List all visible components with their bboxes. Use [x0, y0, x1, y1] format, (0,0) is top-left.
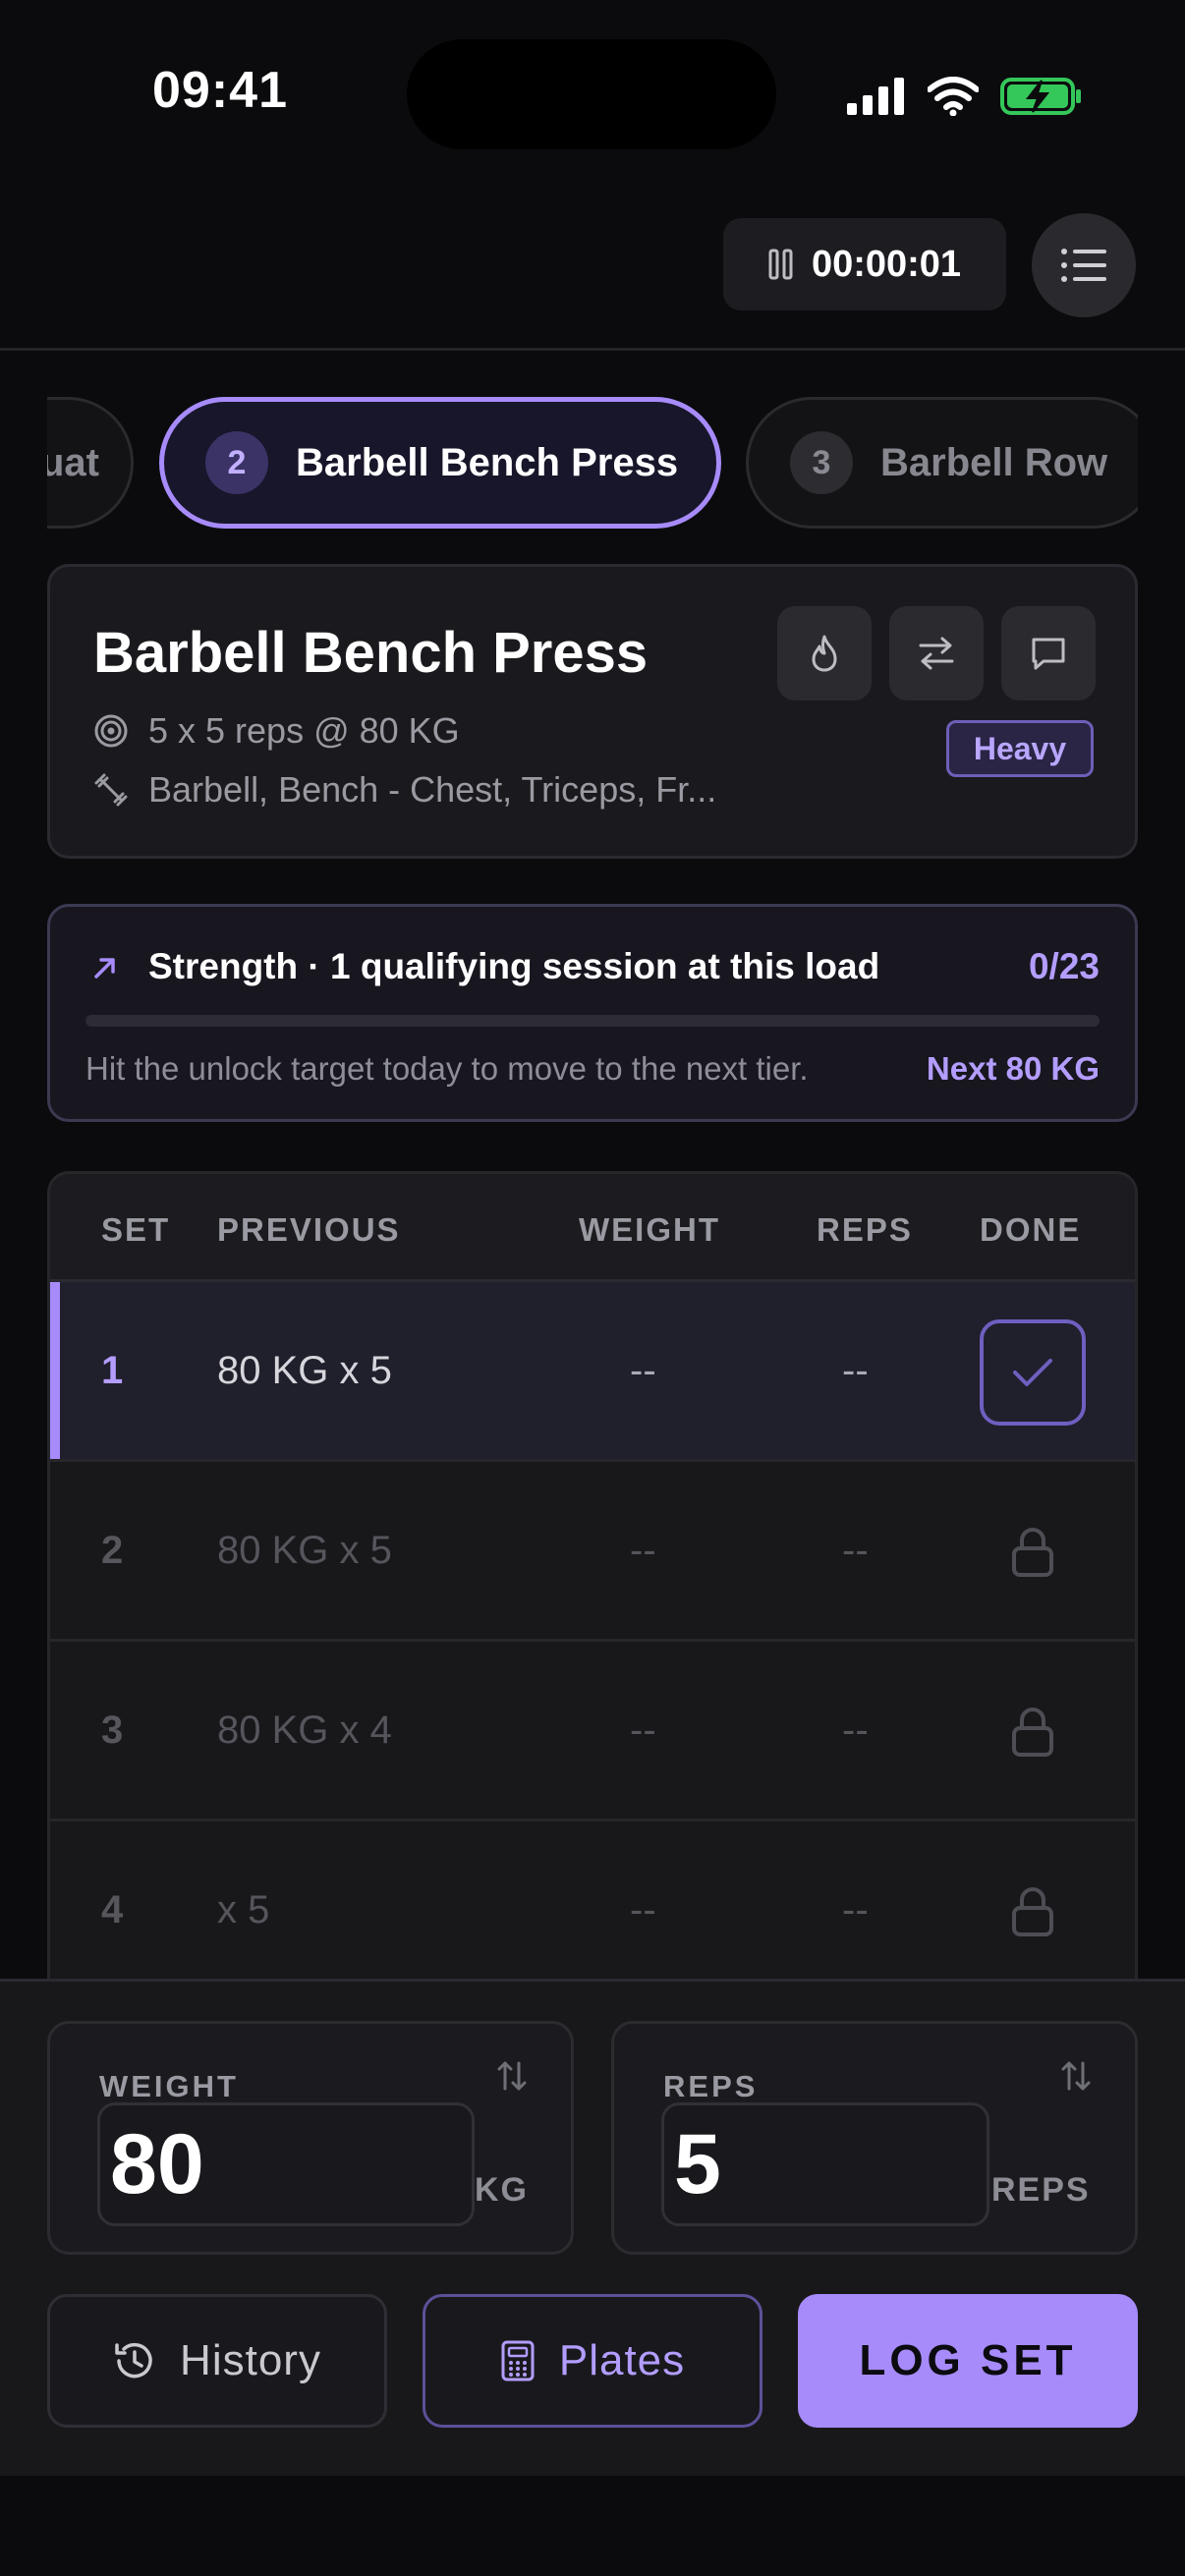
progression-card: Strength · 1 qualifying session at this …: [47, 904, 1138, 1122]
set-row-3: 3 80 KG x 4 -- --: [50, 1642, 1135, 1821]
weight-label: WEIGHT: [99, 2069, 239, 2103]
wifi-icon: [928, 77, 979, 116]
exercise-target-text: 5 x 5 reps @ 80 KG: [148, 710, 460, 751]
history-icon: [115, 2342, 152, 2379]
exercise-tab-number: 2: [205, 431, 268, 494]
history-button[interactable]: History: [47, 2294, 387, 2428]
header-set: SET: [101, 1211, 171, 1248]
notes-button[interactable]: [1001, 606, 1096, 700]
exercise-tab-label: Barbell Row: [880, 440, 1108, 484]
set-previous: 80 KG x 4: [217, 1708, 392, 1752]
set-reps[interactable]: --: [842, 1349, 869, 1393]
timer-value: 00:00:01: [811, 243, 962, 285]
target-icon: [94, 714, 128, 748]
dumbbell-icon: [94, 773, 128, 807]
set-row-2: 2 80 KG x 5 -- --: [50, 1462, 1135, 1642]
log-set-button-label: LOG SET: [859, 2336, 1077, 2384]
set-weight: --: [630, 1708, 656, 1752]
plates-button-label: Plates: [558, 2336, 686, 2384]
sort-icon[interactable]: [1060, 2059, 1092, 2093]
exercise-tab-number: 3: [790, 431, 853, 494]
comment-icon: [1032, 638, 1065, 670]
pause-icon: [768, 249, 793, 280]
set-weight: --: [630, 1529, 656, 1572]
plates-button[interactable]: Plates: [423, 2294, 762, 2428]
set-reps: --: [842, 1708, 869, 1752]
exercise-tab-2[interactable]: 2 Barbell Bench Press: [159, 397, 721, 529]
exercise-tab-label: uat: [47, 440, 99, 484]
calculator-icon: [501, 2340, 535, 2381]
exercise-card: Barbell Bench Press 5 x 5 reps @ 80 KG B…: [47, 564, 1138, 859]
intensity-badge: Heavy: [946, 720, 1094, 777]
check-icon: [1013, 1359, 1052, 1386]
set-done-checkbox[interactable]: [980, 1319, 1086, 1426]
reps-input[interactable]: 5: [661, 2102, 989, 2226]
exercise-tab-3[interactable]: 3 Barbell Row: [746, 397, 1138, 529]
lock-icon: [1012, 1708, 1053, 1757]
log-set-button[interactable]: LOG SET: [798, 2294, 1138, 2428]
weight-input[interactable]: 80: [97, 2102, 475, 2226]
warmup-button[interactable]: [777, 606, 872, 700]
set-reps: --: [842, 1529, 869, 1572]
swap-icon: [919, 637, 954, 670]
set-weight: --: [630, 1888, 656, 1932]
progression-title: Strength · 1 qualifying session at this …: [148, 946, 880, 986]
weight-unit: KG: [475, 2171, 529, 2209]
header-reps: REPS: [817, 1211, 913, 1248]
set-row-1[interactable]: 1 80 KG x 5 -- --: [50, 1282, 1135, 1462]
sort-icon[interactable]: [496, 2059, 528, 2093]
header-previous: PREVIOUS: [217, 1211, 401, 1248]
set-number: 3: [101, 1708, 124, 1752]
reps-input-card: REPS 5 REPS: [611, 2021, 1138, 2255]
status-icons: [847, 73, 1083, 120]
set-row-4: 4 x 5 -- --: [50, 1821, 1135, 1987]
flame-icon: [812, 635, 837, 672]
weight-input-card: WEIGHT 80 KG: [47, 2021, 574, 2255]
exercise-equipment-text: Barbell, Bench - Chest, Triceps, Fr...: [148, 769, 717, 810]
progression-count: 0/23: [1028, 946, 1100, 986]
list-icon: [1061, 249, 1106, 282]
exercise-equipment: Barbell, Bench - Chest, Triceps, Fr...: [93, 769, 716, 811]
set-previous: 80 KG x 5: [217, 1529, 392, 1572]
header-divider: [0, 348, 1185, 351]
progression-bar: [85, 1015, 1100, 1027]
reps-label: REPS: [663, 2069, 759, 2103]
lock-icon: [1012, 1528, 1053, 1577]
exercise-tab-label: Barbell Bench Press: [296, 440, 679, 484]
workout-timer[interactable]: 00:00:01: [723, 218, 1006, 310]
status-time: 09:41: [152, 62, 288, 119]
table-header: SET PREVIOUS WEIGHT REPS DONE: [50, 1174, 1135, 1282]
battery-charging-icon: [1000, 78, 1081, 115]
progression-hint: Hit the unlock target today to move to t…: [85, 1050, 809, 1087]
dynamic-island: [407, 39, 776, 149]
signal-icon: [847, 78, 904, 115]
exercise-target: 5 x 5 reps @ 80 KG: [93, 710, 460, 752]
set-weight[interactable]: --: [630, 1349, 656, 1393]
set-number: 1: [101, 1349, 124, 1392]
exercise-tab-1[interactable]: uat: [47, 397, 134, 529]
header-done: DONE: [980, 1211, 1082, 1248]
header-weight: WEIGHT: [579, 1211, 720, 1248]
reps-unit: REPS: [991, 2171, 1091, 2209]
set-previous: 80 KG x 5: [217, 1349, 392, 1392]
lock-icon: [1012, 1887, 1053, 1936]
swap-exercise-button[interactable]: [889, 606, 984, 700]
set-number: 4: [101, 1888, 124, 1932]
menu-button[interactable]: [1032, 213, 1136, 317]
arrow-up-right-icon: [94, 958, 115, 979]
set-previous: x 5: [217, 1888, 270, 1932]
set-reps: --: [842, 1888, 869, 1932]
exercise-tabs: uat 2 Barbell Bench Press 3 Barbell Row: [47, 397, 1138, 529]
progression-next: Next 80 KG: [926, 1050, 1100, 1087]
set-number: 2: [101, 1529, 124, 1572]
history-button-label: History: [180, 2336, 321, 2384]
log-panel: WEIGHT 80 KG REPS 5 REPS History Plates …: [0, 1979, 1185, 2476]
sets-table: SET PREVIOUS WEIGHT REPS DONE 1 80 KG x …: [47, 1171, 1138, 1987]
exercise-title: Barbell Bench Press: [93, 621, 649, 685]
